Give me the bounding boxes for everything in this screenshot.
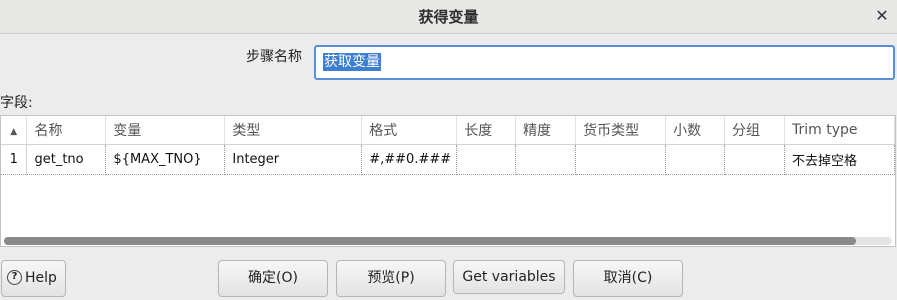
step-name-value: 获取变量 bbox=[323, 53, 381, 71]
column-header-precision[interactable]: 精度 bbox=[515, 116, 577, 145]
row-index: 1 bbox=[1, 144, 28, 175]
cell-precision[interactable] bbox=[515, 144, 577, 175]
column-header-decimal[interactable]: 小数 bbox=[665, 116, 726, 145]
cell-decimal[interactable] bbox=[665, 144, 726, 175]
cell-length[interactable] bbox=[456, 144, 517, 175]
cell-type[interactable]: Integer bbox=[224, 144, 363, 175]
cell-name[interactable]: get_tno bbox=[26, 144, 107, 175]
cancel-button[interactable]: 取消(C) bbox=[573, 260, 683, 297]
window-title: 获得变量 bbox=[418, 8, 479, 26]
help-button[interactable]: ? Help bbox=[1, 260, 66, 297]
preview-button[interactable]: 预览(P) bbox=[336, 260, 446, 297]
help-label: Help bbox=[25, 270, 57, 286]
column-header-format[interactable]: 格式 bbox=[361, 116, 458, 145]
table-header-row: ▲ 名称 变量 类型 格式 长度 精度 货币类型 小数 分组 Trim type bbox=[1, 116, 896, 145]
ok-button[interactable]: 确定(O) bbox=[218, 260, 328, 297]
column-header-length[interactable]: 长度 bbox=[456, 116, 517, 145]
cell-currency[interactable] bbox=[575, 144, 667, 175]
column-header-trim-type[interactable]: Trim type bbox=[784, 116, 896, 145]
fields-label: 字段: bbox=[0, 95, 33, 111]
cell-format[interactable]: #,##0.### bbox=[361, 144, 458, 175]
title-bar: 获得变量 ✕ bbox=[0, 0, 897, 34]
row-index-header[interactable]: ▲ bbox=[1, 116, 28, 145]
close-icon[interactable]: ✕ bbox=[871, 5, 893, 27]
column-header-name[interactable]: 名称 bbox=[26, 116, 107, 145]
cell-variable[interactable]: ${MAX_TNO} bbox=[105, 144, 226, 175]
step-name-label: 步骤名称 bbox=[246, 49, 302, 65]
horizontal-scrollbar-thumb[interactable] bbox=[4, 237, 857, 245]
cell-trim-type[interactable]: 不去掉空格 bbox=[784, 144, 896, 175]
table-row[interactable]: 1 get_tno ${MAX_TNO} Integer #,##0.### 不… bbox=[1, 144, 896, 175]
column-header-currency[interactable]: 货币类型 bbox=[575, 116, 667, 145]
get-variables-button[interactable]: Get variables bbox=[453, 260, 565, 294]
fields-table[interactable]: ▲ 名称 变量 类型 格式 长度 精度 货币类型 小数 分组 Trim type… bbox=[0, 115, 896, 247]
column-header-grouping[interactable]: 分组 bbox=[724, 116, 785, 145]
column-header-type[interactable]: 类型 bbox=[224, 116, 363, 145]
step-name-input[interactable]: 获取变量 bbox=[314, 45, 895, 80]
column-header-variable[interactable]: 变量 bbox=[105, 116, 226, 145]
cell-grouping[interactable] bbox=[724, 144, 785, 175]
sort-ascending-icon: ▲ bbox=[10, 126, 18, 137]
help-icon: ? bbox=[7, 269, 22, 285]
horizontal-scrollbar[interactable] bbox=[4, 237, 892, 245]
